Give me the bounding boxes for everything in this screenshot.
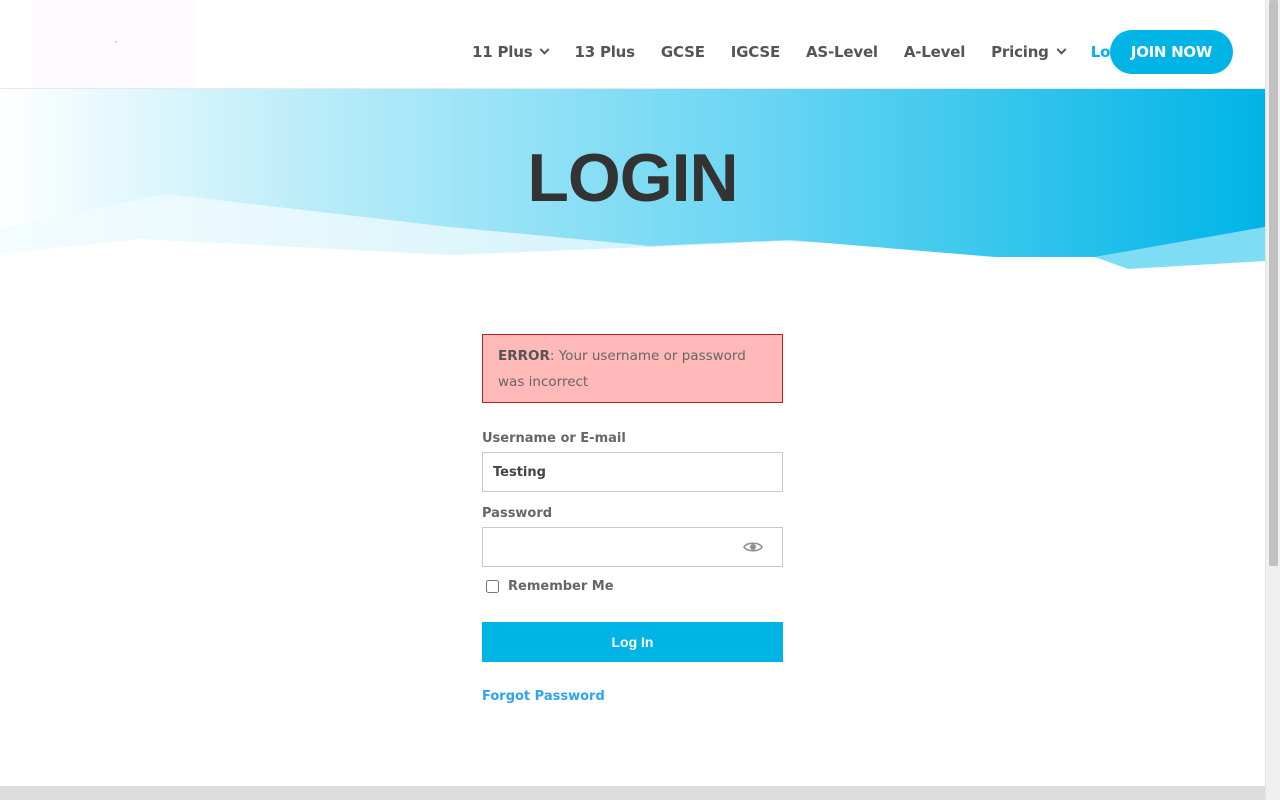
password-field (482, 527, 783, 567)
nav-item-a-level[interactable]: A-Level (904, 43, 965, 61)
error-prefix: ERROR (498, 348, 550, 364)
remember-me-row: Remember Me (482, 579, 783, 594)
nav-item-11-plus[interactable]: 11 Plus (472, 43, 550, 61)
logo-mark-icon (115, 41, 117, 43)
vertical-scrollbar[interactable] (1265, 0, 1280, 800)
login-form: ERROR: Your username or password was inc… (482, 334, 783, 704)
main-nav: 11 Plus 13 Plus GCSE IGCSE AS-Level A-Le… (472, 30, 1162, 74)
page-title: LOGIN (527, 140, 738, 216)
log-in-button[interactable]: Log In (482, 622, 783, 662)
nav-item-13-plus[interactable]: 13 Plus (574, 43, 635, 61)
nav-item-igcse[interactable]: IGCSE (731, 43, 780, 61)
password-label: Password (482, 506, 553, 521)
remember-me-label: Remember Me (508, 579, 614, 594)
site-header: 11 Plus 13 Plus GCSE IGCSE AS-Level A-Le… (0, 0, 1265, 89)
forgot-password-link[interactable]: Forgot Password (482, 689, 605, 704)
chevron-down-icon (540, 44, 550, 55)
nav-item-gcse[interactable]: GCSE (661, 43, 705, 61)
remember-me-checkbox[interactable] (486, 580, 499, 593)
nav-item-pricing[interactable]: Pricing (991, 43, 1067, 61)
username-input[interactable] (482, 452, 783, 492)
chevron-down-icon (1056, 44, 1067, 55)
eye-icon[interactable] (743, 540, 763, 554)
error-message: ERROR: Your username or password was inc… (482, 334, 783, 403)
nav-item-as-level[interactable]: AS-Level (806, 43, 878, 61)
hero-banner: LOGIN (0, 89, 1265, 274)
join-now-button[interactable]: JOIN NOW (1110, 30, 1233, 74)
scrollbar-thumb[interactable] (1269, 0, 1278, 566)
username-label: Username or E-mail (482, 431, 626, 446)
password-input[interactable] (483, 528, 723, 566)
site-logo[interactable] (33, 0, 196, 88)
footer-strip (0, 786, 1265, 800)
